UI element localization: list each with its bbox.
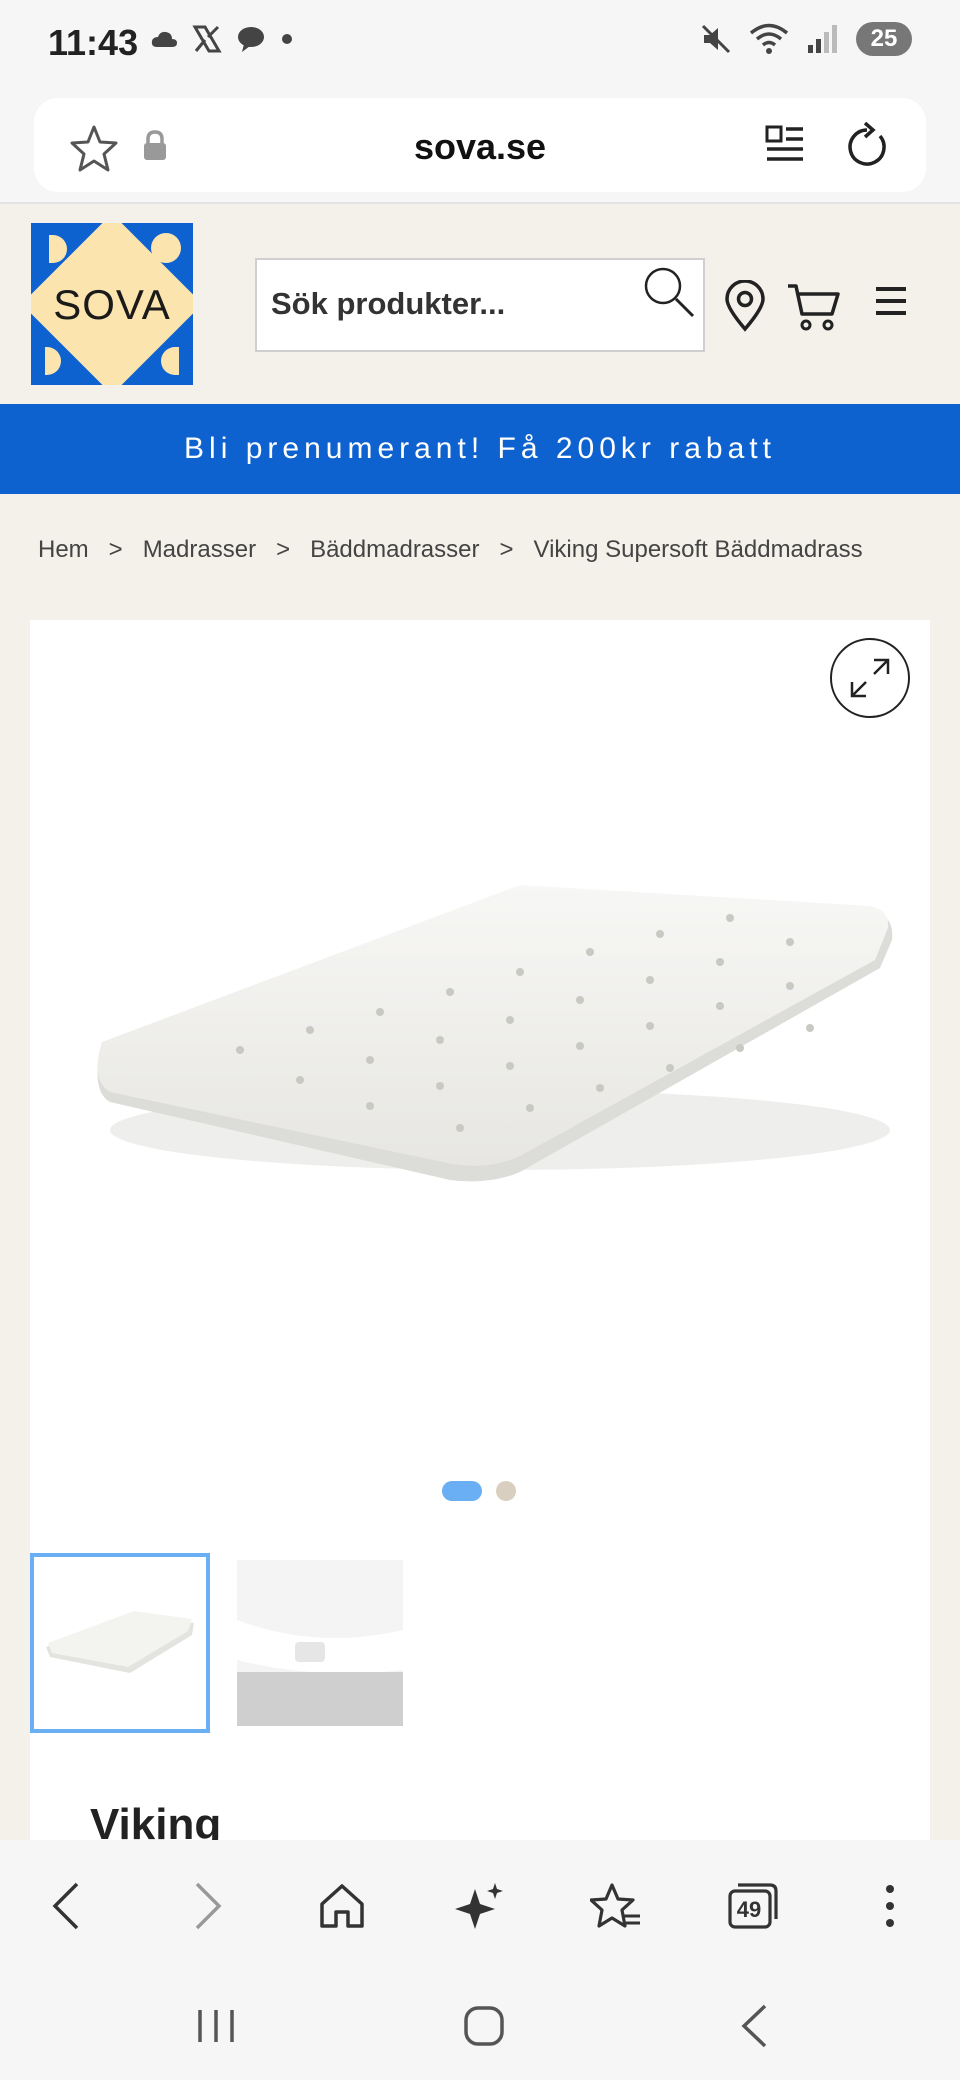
logo-moon-icon: [161, 347, 179, 375]
pagination-dot-active[interactable]: [442, 1481, 482, 1501]
hamburger-menu-icon[interactable]: [874, 286, 908, 316]
logo-moon-icon: [45, 347, 61, 375]
search-input[interactable]: Sök produkter...: [255, 258, 705, 352]
browser-address-area: sova.se: [0, 92, 960, 204]
address-bar[interactable]: sova.se: [34, 98, 926, 192]
notification-icons: [150, 24, 294, 54]
store-location-icon[interactable]: [724, 280, 766, 332]
thumbnail-detail-image: [237, 1560, 403, 1726]
breadcrumb-madrasser[interactable]: Madrasser: [143, 536, 256, 564]
chevron-right-icon: >: [499, 536, 514, 563]
back-arrow-icon: [52, 1882, 79, 1930]
logo-moon-icon: [49, 235, 67, 263]
logo-sun-icon: [151, 233, 181, 263]
reader-mode-icon[interactable]: [764, 124, 806, 166]
forward-button[interactable]: [178, 1876, 238, 1936]
breadcrumb: Hem > Madrasser > Bäddmadrasser > Viking Super…: [38, 536, 960, 582]
product-main-image[interactable]: [80, 880, 910, 1210]
home-nav-button[interactable]: [454, 1996, 514, 2056]
thumbnail-1[interactable]: [30, 1553, 210, 1733]
reload-icon[interactable]: [844, 122, 890, 170]
wifi-icon: [749, 23, 789, 54]
more-vertical-icon: [886, 1885, 894, 1927]
recent-apps-icon: [198, 2010, 234, 2042]
thumbnail-mattress-image: [46, 1611, 194, 1673]
signal-icon: [808, 25, 837, 53]
home-icon: [320, 1884, 364, 1928]
cart-icon[interactable]: [786, 282, 842, 332]
battery-indicator: 25: [856, 22, 912, 56]
cloud-icon: [151, 31, 177, 47]
sparkle-icon: [455, 1883, 503, 1929]
tabs-count: 49: [736, 1897, 762, 1922]
breadcrumb-current: Viking Supersoft Bäddmadrass: [533, 536, 863, 563]
chevron-right-icon: >: [108, 536, 123, 563]
system-navigation-bar: [0, 1968, 960, 2080]
x-app-icon: [192, 25, 222, 53]
breadcrumb-home[interactable]: Hem: [38, 536, 89, 564]
forward-arrow-icon: [195, 1882, 222, 1930]
back-button[interactable]: [36, 1876, 96, 1936]
pagination-dot[interactable]: [496, 1481, 516, 1501]
product-card: Viking: [30, 620, 930, 1849]
chevron-right-icon: >: [276, 536, 291, 563]
fullscreen-image-button[interactable]: [830, 638, 910, 718]
back-nav-icon: [741, 2004, 767, 2048]
logo-text: SOVA: [53, 281, 171, 328]
home-nav-icon: [464, 2006, 504, 2046]
sova-logo[interactable]: SOVA: [31, 223, 193, 385]
breadcrumb-baddmadrasser[interactable]: Bäddmadrasser: [310, 536, 479, 564]
status-time: 11:43: [48, 22, 139, 63]
mute-icon: [701, 24, 731, 54]
search-placeholder: Sök produkter...: [271, 286, 506, 321]
tabs-button[interactable]: 49: [722, 1876, 782, 1936]
more-options-button[interactable]: [860, 1876, 920, 1936]
status-bar: 11:43 25: [0, 0, 960, 92]
image-pagination: [442, 1481, 516, 1501]
browser-toolbar: 49: [0, 1840, 960, 1968]
back-nav-button[interactable]: [724, 1996, 784, 2056]
dot-icon: [282, 34, 292, 44]
site-header: SOVA Sök produkter...: [0, 204, 960, 404]
search-icon[interactable]: [637, 262, 699, 324]
bookmarks-star-icon: [590, 1883, 640, 1928]
system-icons: 25: [700, 22, 912, 56]
expand-icon: [850, 658, 890, 698]
thumbnail-2[interactable]: [237, 1560, 403, 1726]
home-button[interactable]: [312, 1876, 372, 1936]
chat-icon: [238, 27, 264, 52]
recent-apps-button[interactable]: [186, 1996, 246, 2056]
bookmarks-button[interactable]: [586, 1876, 646, 1936]
newsletter-promo-banner[interactable]: Bli prenumerant! Få 200kr rabatt: [0, 404, 960, 494]
ai-assistant-button[interactable]: [450, 1876, 510, 1936]
